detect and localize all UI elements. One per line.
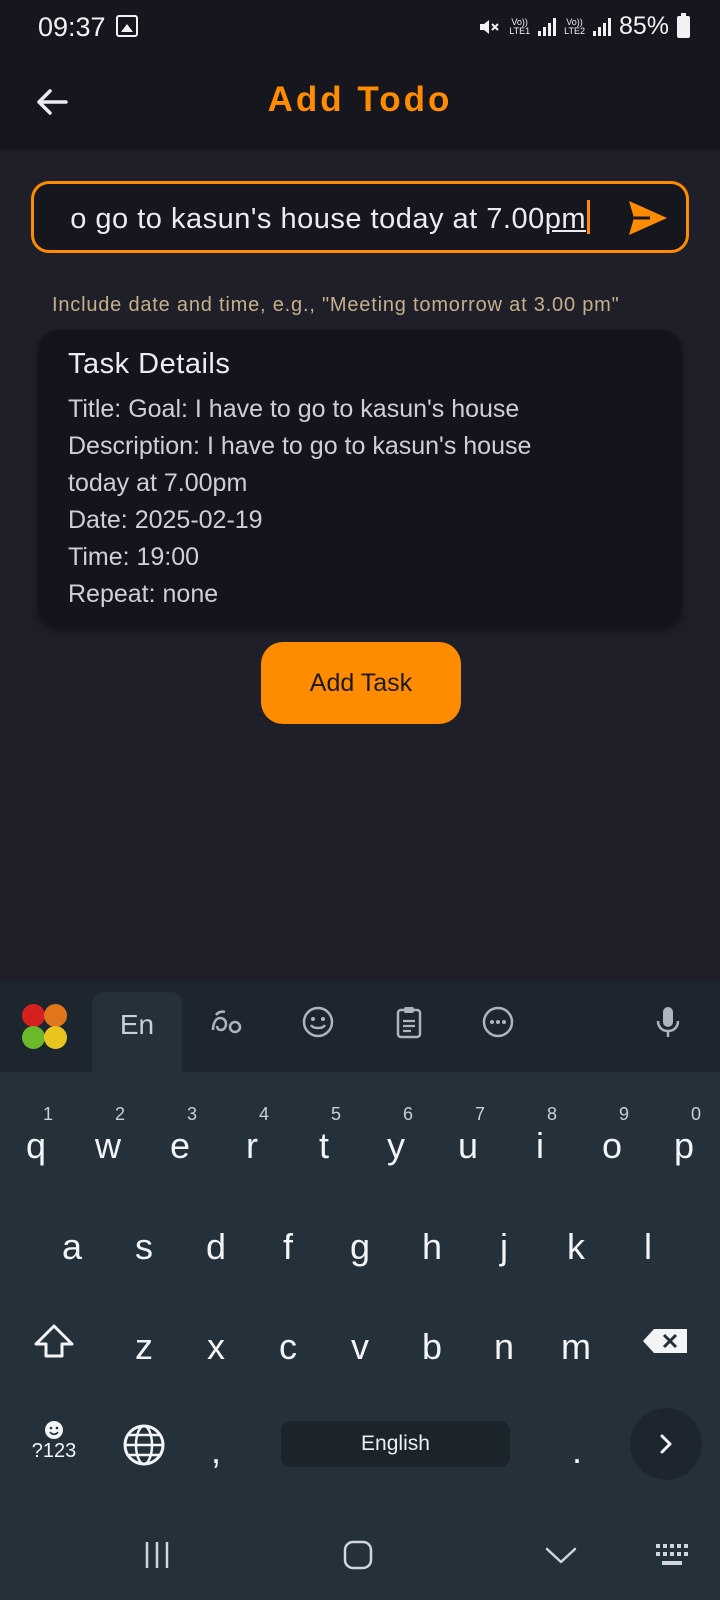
key-hint-1: 1	[42, 1104, 53, 1124]
key-p[interactable]: p	[654, 1125, 714, 1167]
task-details-card: Task Details Title: Goal: I have to go t…	[38, 330, 682, 628]
clipboard-icon[interactable]	[391, 1004, 427, 1040]
keyboard-toolbar: En	[0, 982, 720, 1072]
key-w[interactable]: w	[78, 1125, 138, 1167]
key-v[interactable]: v	[330, 1326, 390, 1368]
emoji-small-icon	[45, 1421, 63, 1439]
key-hint-9: 9	[618, 1104, 629, 1124]
input-text-composing: pm	[544, 203, 586, 235]
network-lte1: Vo)) LTE1	[509, 17, 531, 36]
home-icon[interactable]	[342, 1539, 374, 1571]
key-i[interactable]: i	[510, 1125, 570, 1167]
key-c[interactable]: c	[258, 1326, 318, 1368]
signal-icon	[538, 17, 557, 36]
task-description-cont: today at 7.00pm	[68, 469, 248, 497]
emoji-icon[interactable]	[300, 1004, 336, 1040]
todo-input-field[interactable]: o go to kasun's house today at 7.00pm	[31, 181, 689, 253]
network-lte1-bottom: LTE1	[509, 25, 531, 36]
space-key[interactable]: English	[281, 1421, 510, 1467]
key-period[interactable]: .	[547, 1430, 607, 1472]
key-e[interactable]: e	[150, 1125, 210, 1167]
hide-keyboard-icon[interactable]	[544, 1541, 578, 1569]
shift-icon[interactable]	[32, 1322, 76, 1362]
key-hint-7: 7	[474, 1104, 485, 1124]
key-j[interactable]: j	[474, 1226, 534, 1268]
network-lte2-bottom: LTE2	[564, 25, 585, 36]
status-time: 09:37	[38, 12, 106, 42]
network-lte2: Vo)) LTE2	[564, 17, 585, 36]
mute-icon	[480, 19, 499, 34]
globe-icon[interactable]	[122, 1423, 166, 1467]
task-time: Time: 19:00	[68, 543, 200, 571]
input-text-prefix: o go to kasun's house today at 7.00	[70, 203, 545, 235]
symbols-key-label: ?123	[31, 1440, 77, 1462]
key-s[interactable]: s	[114, 1226, 174, 1268]
microphone-icon[interactable]	[650, 1004, 686, 1040]
keyboard-switch-icon[interactable]	[654, 1541, 692, 1569]
status-bar: 09:37 Vo)) LTE1 Vo)) LTE2 85%	[0, 0, 720, 54]
key-g[interactable]: g	[330, 1226, 390, 1268]
task-repeat: Repeat: none	[68, 580, 219, 608]
key-hint-6: 6	[402, 1104, 413, 1124]
key-r[interactable]: r	[222, 1125, 282, 1167]
key-y[interactable]: y	[366, 1125, 426, 1167]
key-m[interactable]: m	[546, 1326, 606, 1368]
task-details-heading: Task Details	[68, 348, 231, 380]
key-h[interactable]: h	[402, 1226, 462, 1268]
more-options-icon[interactable]	[480, 1004, 516, 1040]
input-hint: Include date and time, e.g., "Meeting to…	[52, 294, 620, 316]
gallery-icon	[116, 15, 138, 37]
send-icon[interactable]	[626, 198, 670, 238]
add-task-button[interactable]: Add Task	[261, 642, 461, 724]
sinhala-language-icon[interactable]	[208, 1004, 244, 1040]
signal-icon	[592, 17, 611, 36]
key-hint-8: 8	[546, 1104, 557, 1124]
keyboard-logo-icon[interactable]	[22, 1004, 68, 1050]
status-icons: Vo)) LTE1 Vo)) LTE2 85%	[477, 12, 690, 41]
app-bar: Add Todo	[0, 54, 720, 150]
key-u[interactable]: u	[438, 1125, 498, 1167]
key-l[interactable]: l	[618, 1226, 678, 1268]
key-b[interactable]: b	[402, 1326, 462, 1368]
recents-icon[interactable]	[141, 1539, 173, 1571]
battery-icon	[677, 12, 690, 38]
language-tab-en[interactable]: En	[92, 992, 182, 1072]
key-hint-4: 4	[258, 1104, 269, 1124]
todo-input-value[interactable]: o go to kasun's house today at 7.00pm	[70, 200, 590, 236]
backspace-icon[interactable]	[640, 1326, 690, 1356]
task-title: Title: Goal: I have to go to kasun's hou…	[68, 395, 520, 423]
key-d[interactable]: d	[186, 1226, 246, 1268]
page-title: Add Todo	[267, 80, 453, 119]
key-hint-3: 3	[186, 1104, 197, 1124]
key-hint-5: 5	[330, 1104, 341, 1124]
key-z[interactable]: z	[114, 1326, 174, 1368]
key-o[interactable]: o	[582, 1125, 642, 1167]
chevron-right-icon	[660, 1434, 672, 1454]
key-x[interactable]: x	[186, 1326, 246, 1368]
task-description: Description: I have to go to kasun's hou…	[68, 432, 532, 460]
key-k[interactable]: k	[546, 1226, 606, 1268]
system-nav-bar	[0, 1500, 720, 1600]
key-a[interactable]: a	[42, 1226, 102, 1268]
key-q[interactable]: q	[6, 1125, 66, 1167]
text-caret	[587, 200, 590, 234]
next-key[interactable]	[630, 1408, 702, 1480]
key-n[interactable]: n	[474, 1326, 534, 1368]
key-hint-0: 0	[690, 1104, 701, 1124]
key-hint-2: 2	[114, 1104, 125, 1124]
key-comma[interactable]: ,	[186, 1430, 246, 1472]
key-f[interactable]: f	[258, 1226, 318, 1268]
symbols-key[interactable]: ?123	[30, 1420, 78, 1468]
key-t[interactable]: t	[294, 1125, 354, 1167]
battery-percent: 85%	[618, 12, 669, 40]
task-date: Date: 2025-02-19	[68, 506, 263, 534]
